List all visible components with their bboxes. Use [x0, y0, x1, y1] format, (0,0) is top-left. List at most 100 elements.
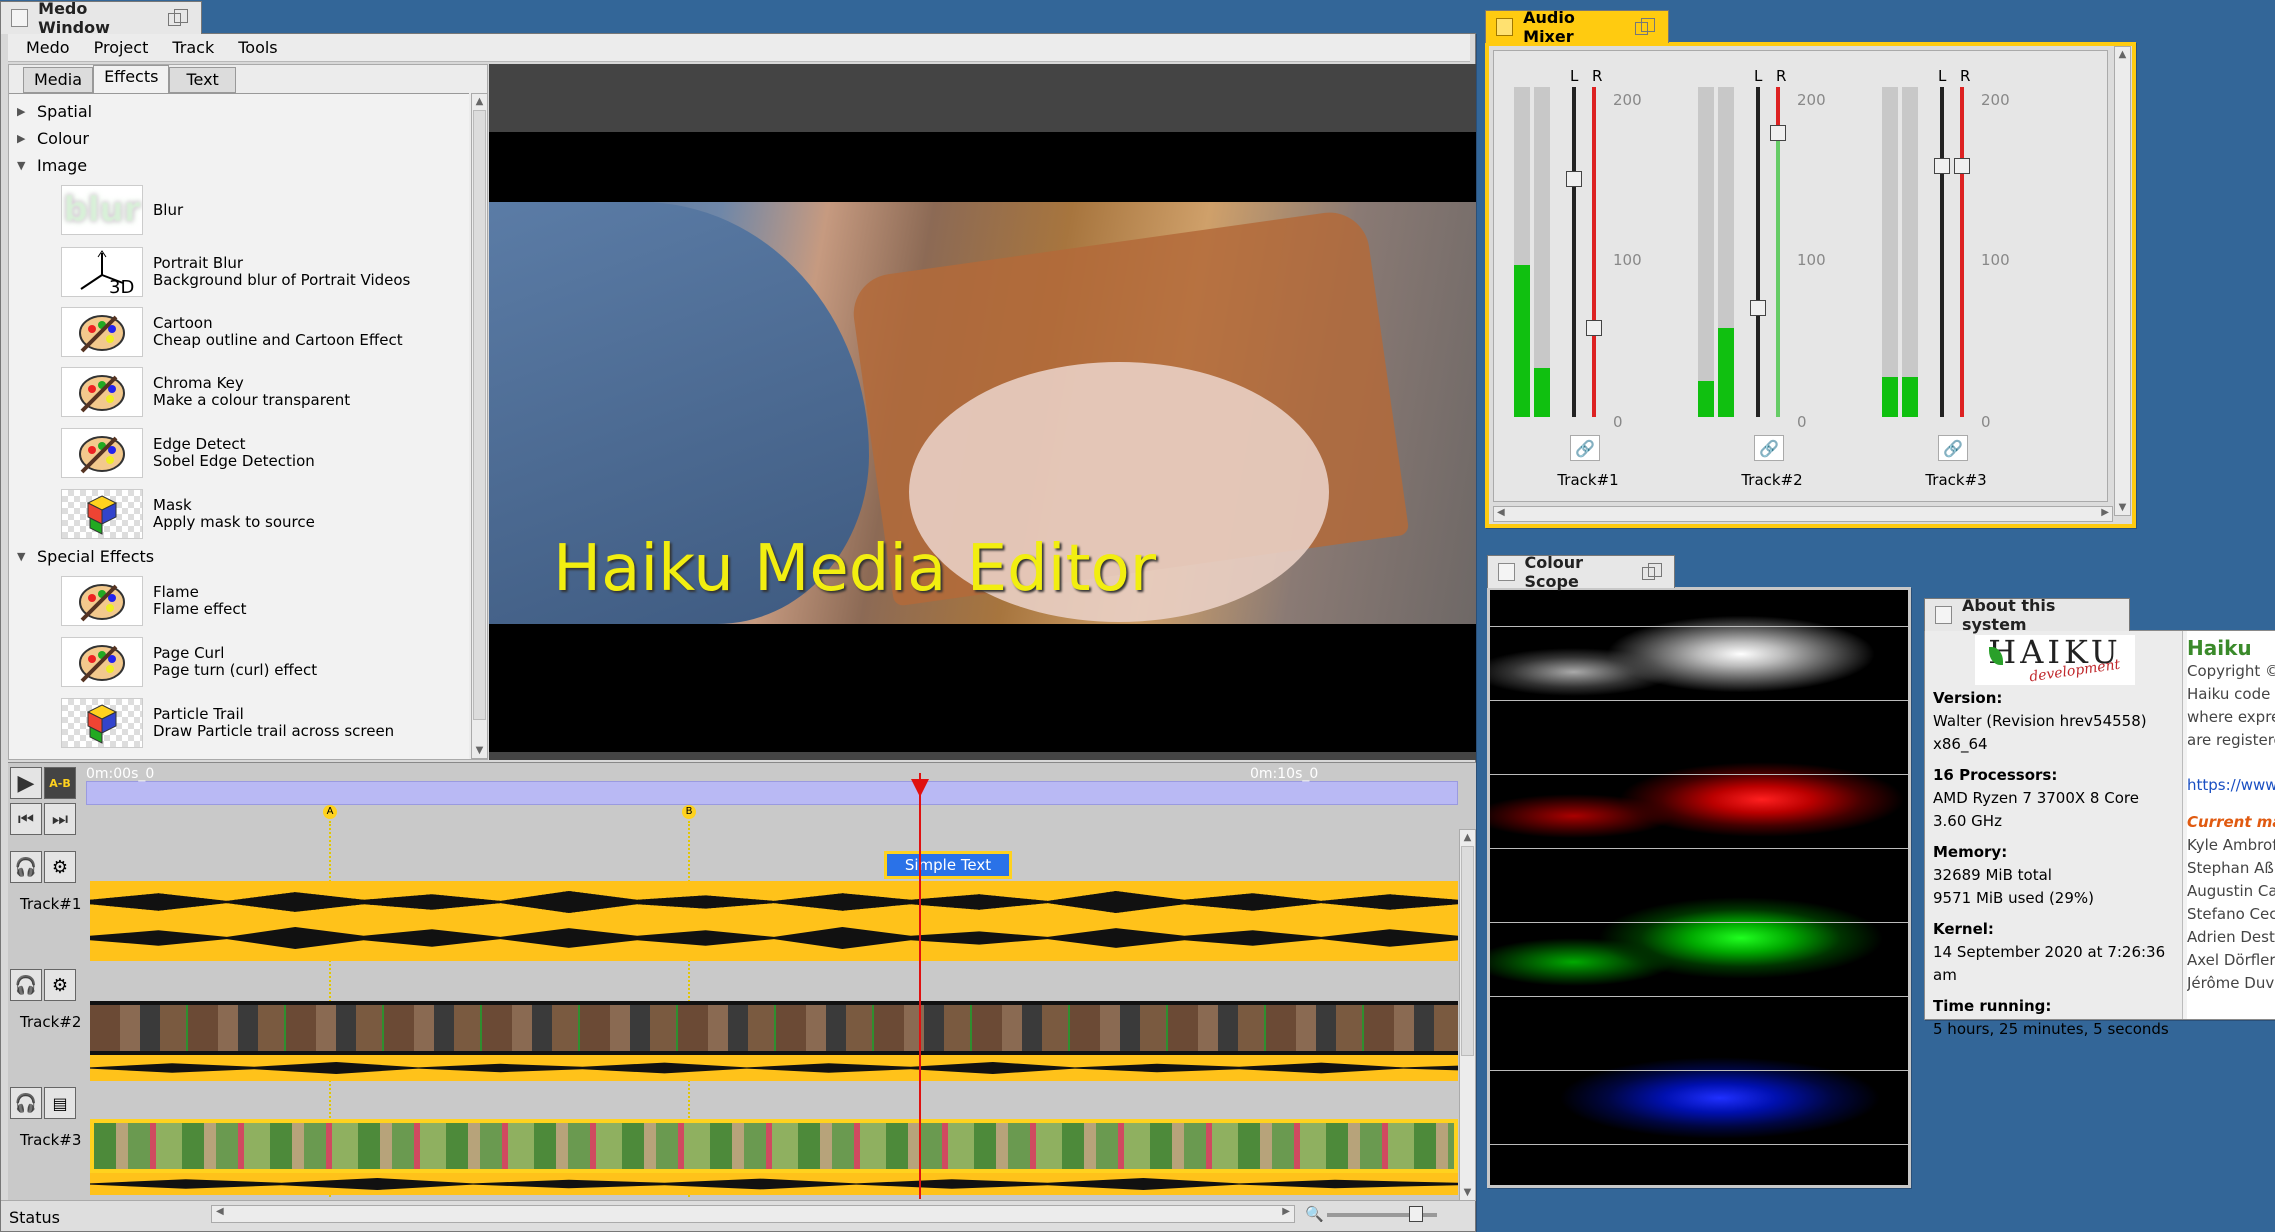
tab-text[interactable]: Text: [169, 67, 236, 93]
effect-mask[interactable]: Mask Apply mask to source: [61, 486, 315, 542]
scroll-right-icon[interactable]: ▶: [1282, 1206, 1290, 1217]
track3-video-clip[interactable]: [90, 1119, 1458, 1173]
expand-icon[interactable]: ▶: [17, 105, 27, 118]
menu-medo[interactable]: Medo: [14, 38, 82, 57]
zoom-box-icon[interactable]: [1635, 18, 1655, 36]
meter-right-level: [1718, 327, 1734, 417]
scroll-up-icon[interactable]: ▲: [1460, 830, 1475, 845]
track2-audio-button[interactable]: 🎧: [10, 969, 42, 1001]
scroll-down-icon[interactable]: ▼: [1460, 1185, 1475, 1200]
close-box-icon[interactable]: [11, 9, 29, 27]
timeline-scrollbar[interactable]: ▲ ▼: [1459, 829, 1476, 1201]
link-channels-toggle[interactable]: 🔗: [1754, 435, 1784, 461]
menu-tools[interactable]: Tools: [226, 38, 289, 57]
scroll-up-icon[interactable]: ▲: [2115, 47, 2130, 62]
link-channels-toggle[interactable]: 🔗: [1570, 435, 1600, 461]
effect-edge-detect[interactable]: Edge Detect Sobel Edge Detection: [61, 425, 315, 481]
category-image[interactable]: ▼ Image: [17, 156, 87, 175]
menu-bar: Medo Project Track Tools: [8, 34, 1470, 62]
fader-right[interactable]: [1770, 87, 1786, 417]
about-tab[interactable]: About this system: [1924, 596, 2130, 634]
skip-start-button[interactable]: ⏮: [10, 803, 42, 835]
effect-cartoon[interactable]: Cartoon Cheap outline and Cartoon Effect: [61, 304, 403, 360]
effect-desc: Apply mask to source: [153, 513, 315, 531]
track3-audio-button[interactable]: 🎧: [10, 1087, 42, 1119]
zoom-slider-knob[interactable]: [1409, 1206, 1423, 1222]
mixer-v-scrollbar[interactable]: ▲ ▼: [2114, 46, 2131, 516]
horizontal-scrollbar[interactable]: ◀ ▶: [211, 1205, 1295, 1223]
track1-audio-clip[interactable]: [90, 881, 1458, 961]
scroll-down-icon[interactable]: ▼: [2115, 500, 2130, 515]
fader-right-knob[interactable]: [1770, 125, 1786, 142]
track2-video-clip[interactable]: [90, 1001, 1458, 1055]
track2-audio-clip[interactable]: [90, 1055, 1458, 1081]
tab-media[interactable]: Media: [23, 67, 94, 93]
track1-video-button[interactable]: ⚙: [44, 851, 76, 883]
audio-mixer-tab[interactable]: Audio Mixer: [1485, 8, 1669, 46]
marker-a-icon[interactable]: A: [323, 805, 337, 819]
track1-audio-button[interactable]: 🎧: [10, 851, 42, 883]
mixer-channel-1: L R 200 100 0 🔗 Track#1: [1508, 51, 1692, 491]
text-clip[interactable]: Simple Text: [884, 851, 1012, 879]
time-ruler[interactable]: [86, 781, 1458, 805]
effect-name: Chroma Key: [153, 374, 244, 392]
waveform-upper: [90, 891, 1458, 913]
fader-left-knob[interactable]: [1750, 300, 1766, 317]
track3-video-button[interactable]: ▤: [44, 1087, 76, 1119]
effect-page-curl[interactable]: Page Curl Page turn (curl) effect: [61, 634, 317, 690]
effect-chroma-key[interactable]: Chroma Key Make a colour transparent: [61, 364, 350, 420]
play-button[interactable]: ▶: [10, 767, 42, 799]
link-channels-toggle[interactable]: 🔗: [1938, 435, 1968, 461]
colour-scope-tab[interactable]: Colour Scope: [1487, 553, 1675, 591]
collapse-icon[interactable]: ▼: [17, 550, 27, 563]
medo-window-tab[interactable]: Medo Window: [0, 0, 202, 37]
scroll-thumb[interactable]: [1461, 846, 1474, 1056]
fader-left[interactable]: [1566, 87, 1582, 417]
scroll-right-icon[interactable]: ▶: [2101, 507, 2109, 518]
expand-icon[interactable]: ▶: [17, 132, 27, 145]
zoom-slider[interactable]: [1327, 1206, 1437, 1222]
tab-effects[interactable]: Effects: [93, 65, 170, 93]
fader-left-knob[interactable]: [1934, 158, 1950, 175]
scroll-up-icon[interactable]: ▲: [472, 94, 487, 109]
scroll-thumb[interactable]: [473, 110, 486, 720]
chain-link-icon: 🔗: [1575, 438, 1595, 458]
zoom-box-icon[interactable]: [1641, 563, 1663, 581]
fader-right-knob[interactable]: [1586, 319, 1602, 336]
scroll-left-icon[interactable]: ◀: [216, 1206, 224, 1217]
menu-track[interactable]: Track: [160, 38, 226, 57]
scroll-down-icon[interactable]: ▼: [472, 743, 487, 758]
meter-left-level: [1882, 377, 1898, 417]
zoom-box-icon[interactable]: [168, 9, 188, 27]
effect-particle-trail[interactable]: Particle Trail Draw Particle trail across…: [61, 695, 394, 751]
fader-left-knob[interactable]: [1566, 171, 1582, 188]
category-special-effects[interactable]: ▼ Special Effects: [17, 547, 154, 566]
fader-right[interactable]: [1586, 87, 1602, 417]
palette-icon: [61, 367, 143, 417]
fader-right[interactable]: [1954, 87, 1970, 417]
category-spatial[interactable]: ▶ Spatial: [17, 102, 92, 121]
effects-scrollbar[interactable]: ▲ ▼: [471, 93, 488, 759]
fader-right-knob[interactable]: [1954, 158, 1970, 175]
effect-blur[interactable]: blur Blur: [61, 182, 183, 238]
fader-left[interactable]: [1750, 87, 1766, 417]
effect-name: Edge Detect: [153, 435, 246, 453]
close-box-icon[interactable]: [1498, 563, 1515, 581]
mixer-h-scrollbar[interactable]: ◀ ▶: [1493, 506, 2113, 522]
effect-flame[interactable]: Flame Flame effect: [61, 573, 247, 629]
effect-portrait-blur[interactable]: 3D Portrait Blur Background blur of Portr…: [61, 244, 410, 300]
category-colour[interactable]: ▶ Colour: [17, 129, 89, 148]
track2-video-button[interactable]: ⚙: [44, 969, 76, 1001]
track3-audio-clip[interactable]: [90, 1173, 1458, 1195]
collapse-icon[interactable]: ▼: [17, 159, 27, 172]
loop-ab-button[interactable]: A-B: [44, 767, 76, 799]
skip-end-button[interactable]: ⏭: [44, 803, 76, 835]
about-url-link[interactable]: https://www: [2187, 774, 2275, 797]
close-box-icon[interactable]: [1935, 606, 1952, 624]
menu-project[interactable]: Project: [82, 38, 161, 57]
fader-left[interactable]: [1934, 87, 1950, 417]
scroll-left-icon[interactable]: ◀: [1497, 507, 1505, 518]
scale-max: 200: [1797, 91, 1826, 109]
marker-b-icon[interactable]: B: [682, 805, 696, 819]
close-box-icon[interactable]: [1496, 18, 1514, 36]
